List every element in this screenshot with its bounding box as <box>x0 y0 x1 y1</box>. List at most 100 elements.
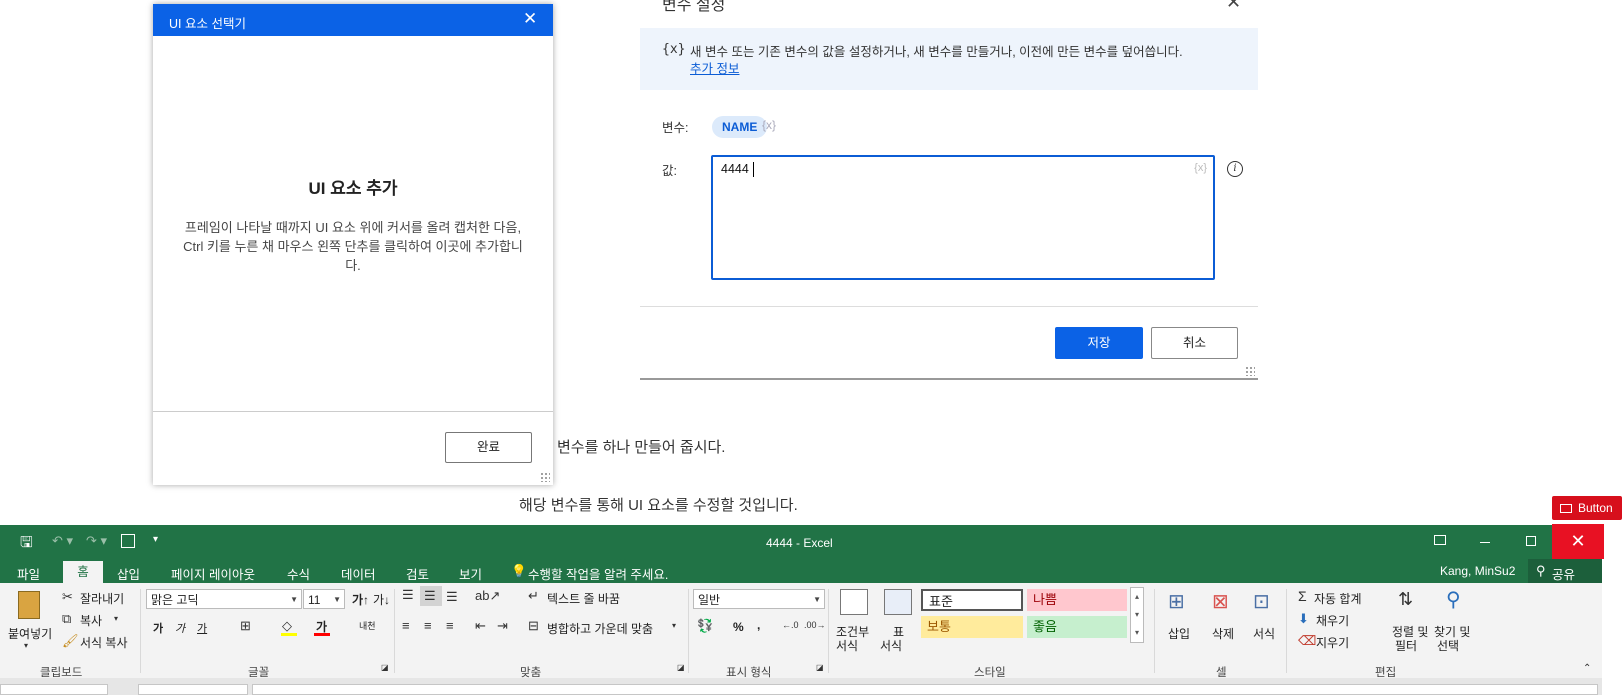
value-variable-icon[interactable]: {x} <box>1194 162 1207 174</box>
cut-button[interactable]: 잘라내기 <box>80 590 124 607</box>
styles-scroll-icon[interactable]: ▴ ▾ ▾ <box>1130 587 1144 643</box>
comma-button[interactable]: , <box>757 618 760 632</box>
picker-divider <box>153 411 553 412</box>
overlay-button[interactable]: Button <box>1552 496 1622 520</box>
minimize-icon[interactable] <box>1480 542 1490 543</box>
dialog-launcher-icon[interactable]: ◪ <box>677 663 685 672</box>
bottom-align-icon[interactable]: ☰ <box>446 589 458 605</box>
redo-icon[interactable]: ↷ ▾ <box>86 533 107 549</box>
dialog-launcher-icon[interactable]: ◪ <box>816 663 824 672</box>
tell-me-box[interactable]: 수행할 작업을 알려 주세요. <box>528 564 668 583</box>
merge-dropdown-icon[interactable]: ▾ <box>672 621 676 630</box>
font-name-combo[interactable]: 맑은 고딕 ▼ <box>146 589 302 609</box>
percent-button[interactable]: % <box>733 620 744 634</box>
style-neutral[interactable]: 보통 <box>921 616 1023 638</box>
info-text: 새 변수 또는 기존 변수의 값을 설정하거나, 새 변수를 만들거나, 이전에… <box>690 45 1183 59</box>
fill-color-icon[interactable]: ◇ <box>282 618 292 634</box>
user-name[interactable]: Kang, MinSu2 <box>1440 564 1515 578</box>
tab-file[interactable]: 파일 <box>17 564 40 583</box>
tab-home[interactable]: 홈 <box>63 561 103 583</box>
formula-buttons <box>138 684 248 695</box>
tab-data[interactable]: 데이터 <box>341 564 376 583</box>
eraser-icon: ⌫ <box>1298 633 1317 648</box>
share-button[interactable]: ⚲ 공유 <box>1528 559 1602 583</box>
format-cells-button[interactable]: 서식 <box>1253 625 1275 642</box>
dialog-launcher-icon[interactable]: ◪ <box>381 663 389 672</box>
paste-icon[interactable] <box>18 591 40 619</box>
borders-icon[interactable]: ⊞ <box>240 618 251 634</box>
conditional-format-button-line2[interactable]: 서식 <box>836 637 858 654</box>
top-align-icon[interactable]: ☰ <box>402 587 414 603</box>
wrap-text-button[interactable]: 텍스트 줄 바꿈 <box>547 590 620 607</box>
group-separator <box>1154 589 1155 673</box>
paste-button[interactable]: 붙여넣기 <box>8 625 52 642</box>
tab-page-layout[interactable]: 페이지 레이아웃 <box>171 564 255 583</box>
align-right-icon[interactable]: ≡ <box>446 618 454 633</box>
resize-grip-icon[interactable] <box>1245 366 1255 376</box>
tab-view[interactable]: 보기 <box>459 564 482 583</box>
decrease-decimal-icon[interactable]: .00→ <box>804 620 826 630</box>
phonetic-button[interactable]: 내천 <box>359 619 376 632</box>
name-box[interactable] <box>0 684 108 695</box>
info-icon[interactable]: i <box>1227 161 1243 177</box>
font-size-combo[interactable]: 11 ▼ <box>303 589 345 609</box>
italic-button[interactable]: 가 <box>175 620 185 636</box>
align-left-icon[interactable]: ≡ <box>402 618 410 633</box>
excel-close-button[interactable]: ✕ <box>1552 524 1604 559</box>
format-painter-button[interactable]: 서식 복사 <box>80 634 128 651</box>
tab-review[interactable]: 검토 <box>406 564 429 583</box>
tab-insert[interactable]: 삽입 <box>117 564 140 583</box>
customize-qat-icon[interactable]: ▾ <box>153 534 158 545</box>
variable-picker-icon[interactable]: {x} <box>762 118 776 132</box>
insert-cells-button[interactable]: 삽입 <box>1168 625 1190 642</box>
form-icon[interactable] <box>121 534 135 548</box>
tab-formulas[interactable]: 수식 <box>287 564 310 583</box>
clear-button[interactable]: 지우기 <box>1316 634 1349 651</box>
orientation-icon[interactable]: ab↗ <box>475 588 500 604</box>
number-format-combo[interactable]: 일반 ▼ <box>693 589 825 609</box>
shrink-font-icon[interactable]: 가↓ <box>373 591 390 608</box>
decrease-indent-icon[interactable]: ⇤ <box>475 618 486 634</box>
find-select-button-line2[interactable]: 선택 <box>1437 637 1459 654</box>
value-input[interactable]: 4444 {x} <box>711 155 1215 280</box>
paste-dropdown-icon[interactable]: ▾ <box>24 641 28 650</box>
done-button[interactable]: 완료 <box>445 432 532 463</box>
save-icon[interactable]: 🖫 <box>20 532 33 557</box>
bold-button[interactable]: 가 <box>153 620 163 636</box>
merge-center-button[interactable]: 병합하고 가운데 맞춤 <box>547 620 653 637</box>
formula-input[interactable] <box>252 684 1598 695</box>
more-info-link[interactable]: 추가 정보 <box>690 58 739 77</box>
format-painter-icon: 🖌 <box>62 633 79 648</box>
delete-cells-button[interactable]: 삭제 <box>1212 625 1234 642</box>
overlay-button-label: Button <box>1578 501 1613 515</box>
variable-name-chip[interactable]: NAME <box>712 116 768 138</box>
search-icon: ⚲ <box>1446 589 1461 611</box>
increase-decimal-icon[interactable]: ←.0 <box>782 620 799 630</box>
grow-font-icon[interactable]: 가↑ <box>352 591 369 608</box>
ribbon-display-icon[interactable] <box>1434 535 1446 545</box>
save-button[interactable]: 저장 <box>1055 327 1143 359</box>
cancel-button[interactable]: 취소 <box>1151 327 1238 359</box>
format-as-table-button-line2[interactable]: 서식 <box>880 637 902 654</box>
middle-align-button[interactable]: ☰ <box>420 586 442 606</box>
picker-resize-grip-icon[interactable] <box>540 472 550 482</box>
fill-button[interactable]: 채우기 <box>1316 612 1349 629</box>
maximize-icon[interactable] <box>1526 536 1536 546</box>
picker-heading: UI 요소 추가 <box>308 179 398 198</box>
dialog-close-icon[interactable]: ✕ <box>1226 0 1241 13</box>
lightbulb-icon: 💡 <box>511 564 527 578</box>
autosum-button[interactable]: 자동 합계 <box>1314 590 1362 607</box>
underline-button[interactable]: 가 <box>197 620 207 636</box>
style-bad[interactable]: 나쁨 <box>1027 589 1127 611</box>
sort-filter-button-line2[interactable]: 필터 <box>1395 637 1417 654</box>
align-center-icon[interactable]: ≡ <box>424 618 432 633</box>
picker-close-icon[interactable]: ✕ <box>523 9 537 29</box>
undo-icon[interactable]: ↶ ▾ <box>52 533 73 549</box>
collapse-ribbon-icon[interactable]: ⌃ <box>1583 663 1591 674</box>
style-normal[interactable]: 표준 <box>921 589 1023 611</box>
copy-dropdown-icon[interactable]: ▾ <box>114 614 118 623</box>
increase-indent-icon[interactable]: ⇥ <box>497 618 508 634</box>
copy-button[interactable]: 복사 <box>80 612 102 629</box>
accounting-format-icon[interactable]: 💱 <box>697 618 713 634</box>
style-good[interactable]: 좋음 <box>1027 616 1127 638</box>
